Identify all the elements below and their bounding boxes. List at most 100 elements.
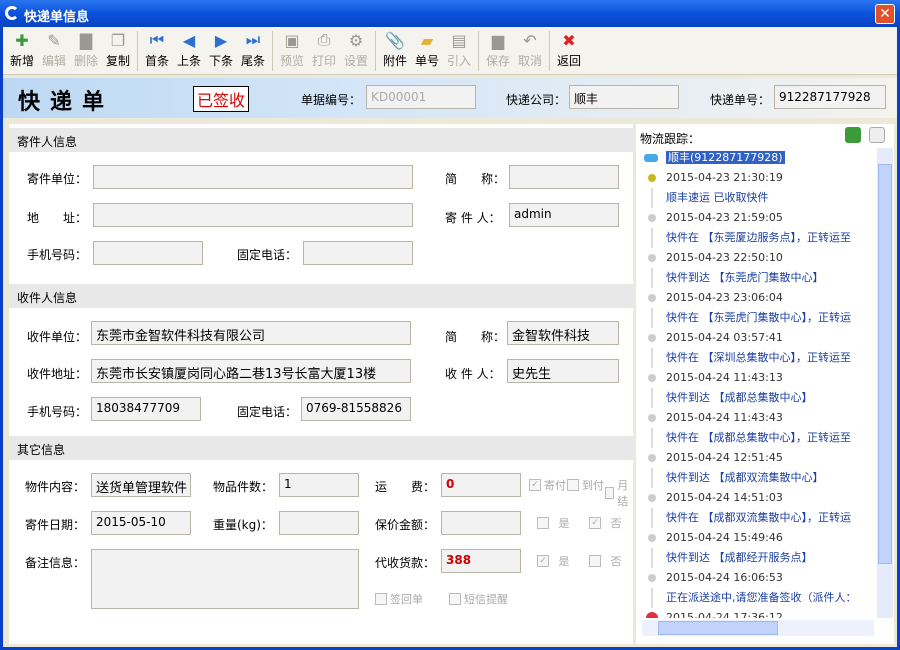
scroll-thumb[interactable] bbox=[658, 621, 778, 635]
cod-input[interactable]: 388 bbox=[441, 549, 521, 573]
receiver-unit-input[interactable]: 东莞市金智软件科技有限公司 bbox=[91, 321, 411, 345]
scroll-thumb[interactable] bbox=[878, 164, 892, 564]
refresh-icon[interactable] bbox=[845, 127, 861, 143]
tracking-event-time: 2015-04-24 16:06:53 bbox=[642, 568, 874, 588]
doc-no-label: 单据编号： bbox=[301, 91, 361, 108]
settings-icon: ⚙ bbox=[346, 30, 366, 50]
event-text: 快件到达 【成都双流集散中心】 bbox=[666, 471, 824, 484]
sms-label: 短信提醒 bbox=[464, 591, 508, 607]
timeline-dot-icon bbox=[648, 334, 656, 342]
pay-collect-label: 到付 bbox=[582, 477, 604, 493]
first-icon: ⏮ bbox=[147, 30, 167, 50]
toolbar-button-folder[interactable]: ▰单号 bbox=[411, 27, 443, 73]
toolbar-label: 设置 bbox=[344, 52, 368, 69]
insured-yes-checkbox[interactable]: 是 bbox=[537, 515, 570, 531]
cod-yes-checkbox[interactable]: ✓ 是 bbox=[537, 553, 570, 569]
sender-phone-input[interactable] bbox=[303, 241, 413, 265]
last-icon: ⏭ bbox=[243, 30, 263, 50]
folder-icon: ▰ bbox=[417, 30, 437, 50]
toolbar-button-preview[interactable]: ▣预览 bbox=[276, 27, 308, 73]
sender-address-label: 地 址： bbox=[27, 209, 87, 226]
edit-icon: ✎ bbox=[44, 30, 64, 50]
save-icon: ▆ bbox=[488, 30, 508, 50]
timeline-line bbox=[651, 468, 653, 488]
horizontal-scrollbar[interactable] bbox=[642, 620, 874, 636]
tracking-event-text: 快件到达 【成都双流集散中心】 bbox=[642, 468, 874, 488]
receiver-short-input[interactable]: 金智软件科技 bbox=[507, 321, 619, 345]
new-icon: ✚ bbox=[12, 30, 32, 50]
doc-no-field[interactable]: KD00001 bbox=[366, 85, 476, 109]
tracking-head[interactable]: 顺丰(912287177928) bbox=[642, 148, 874, 168]
list-icon[interactable] bbox=[869, 127, 885, 143]
receiver-mobile-label: 手机号码： bbox=[27, 403, 87, 420]
toolbar-button-save[interactable]: ▆保存 bbox=[482, 27, 514, 73]
timeline-dot-icon bbox=[648, 414, 656, 422]
pay-prepaid-checkbox[interactable]: ✓寄付 bbox=[529, 477, 566, 493]
toolbar-button-new[interactable]: ✚新增 bbox=[6, 27, 38, 73]
insured-no-checkbox[interactable]: ✓ 否 bbox=[589, 515, 622, 531]
vertical-scrollbar[interactable] bbox=[877, 148, 893, 618]
toolbar-label: 引入 bbox=[447, 52, 471, 69]
toolbar-button-first[interactable]: ⏮首条 bbox=[141, 27, 173, 73]
sender-mobile-input[interactable] bbox=[93, 241, 203, 265]
receiver-person-input[interactable]: 史先生 bbox=[507, 359, 619, 383]
toolbar-separator bbox=[549, 31, 550, 71]
toolbar-separator bbox=[137, 31, 138, 71]
close-button[interactable]: ✕ bbox=[875, 4, 895, 24]
next-icon: ▶ bbox=[211, 30, 231, 50]
remark-textarea[interactable] bbox=[91, 549, 359, 609]
toolbar-button-edit[interactable]: ✎编辑 bbox=[38, 27, 70, 73]
weight-input[interactable] bbox=[279, 511, 359, 535]
pay-collect-checkbox[interactable]: 到付 bbox=[567, 477, 604, 493]
tracking-no-field[interactable]: 912287177928 bbox=[774, 85, 886, 109]
company-field[interactable]: 顺丰 bbox=[569, 85, 679, 109]
receiver-phone-input[interactable]: 0769-81558826 bbox=[301, 397, 411, 421]
toolbar-button-import[interactable]: ▤引入 bbox=[443, 27, 475, 73]
tracking-event-time: 2015-04-24 15:49:46 bbox=[642, 528, 874, 548]
receiver-mobile-input[interactable]: 18038477709 bbox=[91, 397, 201, 421]
print-icon: ⎙ bbox=[314, 30, 334, 50]
sender-short-input[interactable] bbox=[509, 165, 619, 189]
company-label: 快递公司： bbox=[506, 91, 566, 108]
toolbar-button-next[interactable]: ▶下条 bbox=[205, 27, 237, 73]
toolbar-button-delete[interactable]: ▇删除 bbox=[70, 27, 102, 73]
sender-unit-input[interactable] bbox=[93, 165, 413, 189]
tracking-event-text: 快件到达 【东莞虎门集散中心】 bbox=[642, 268, 874, 288]
return-receipt-label: 签回单 bbox=[390, 591, 423, 607]
signed-icon bbox=[646, 612, 658, 618]
form-title: 快递单 bbox=[18, 84, 114, 116]
timeline-line bbox=[651, 268, 653, 288]
timeline-line bbox=[651, 308, 653, 328]
content-input[interactable]: 送货单管理软件 bbox=[91, 473, 191, 497]
sender-address-input[interactable] bbox=[93, 203, 413, 227]
window-title: 快递单信息 bbox=[24, 10, 89, 25]
tracking-event-text: 快件在 【成都总集散中心】，正转运至 bbox=[642, 428, 874, 448]
insured-input[interactable] bbox=[441, 511, 521, 535]
timeline-dot-icon bbox=[648, 534, 656, 542]
count-input[interactable]: 1 bbox=[279, 473, 359, 497]
pay-monthly-checkbox[interactable]: 月结 bbox=[605, 477, 633, 509]
tracking-head-label: 顺丰(912287177928) bbox=[666, 151, 785, 164]
date-input[interactable]: 2015-05-10 bbox=[91, 511, 191, 535]
toolbar-button-attachment[interactable]: 📎附件 bbox=[379, 27, 411, 73]
insured-no-label: 否 bbox=[611, 515, 622, 531]
sender-mobile-label: 手机号码： bbox=[27, 246, 87, 263]
toolbar-button-close[interactable]: ✖返回 bbox=[553, 27, 585, 73]
return-receipt-checkbox[interactable]: 签回单 bbox=[375, 591, 423, 607]
receiver-address-input[interactable]: 东莞市长安镇厦岗同心路二巷13号长富大厦13楼 bbox=[91, 359, 411, 383]
event-time: 2015-04-24 16:06:53 bbox=[666, 571, 783, 584]
cod-no-checkbox[interactable]: 否 bbox=[589, 553, 622, 569]
tracking-event-text: 快件在 【东莞厦边服务点】，正转运至 bbox=[642, 228, 874, 248]
toolbar-button-print[interactable]: ⎙打印 bbox=[308, 27, 340, 73]
toolbar-button-settings[interactable]: ⚙ 设置 bbox=[340, 27, 372, 73]
toolbar-button-undo[interactable]: ↶取消 bbox=[514, 27, 546, 73]
toolbar-button-prev[interactable]: ◀上条 bbox=[173, 27, 205, 73]
toolbar-button-last[interactable]: ⏭尾条 bbox=[237, 27, 269, 73]
sms-checkbox[interactable]: 短信提醒 bbox=[449, 591, 508, 607]
timeline-line bbox=[651, 188, 653, 208]
timeline-line bbox=[651, 228, 653, 248]
sender-person-input[interactable]: admin bbox=[509, 203, 619, 227]
toolbar-button-copy[interactable]: ❐复制 bbox=[102, 27, 134, 73]
fee-input[interactable]: 0 bbox=[441, 473, 521, 497]
status-badge: 已签收 bbox=[193, 86, 249, 112]
